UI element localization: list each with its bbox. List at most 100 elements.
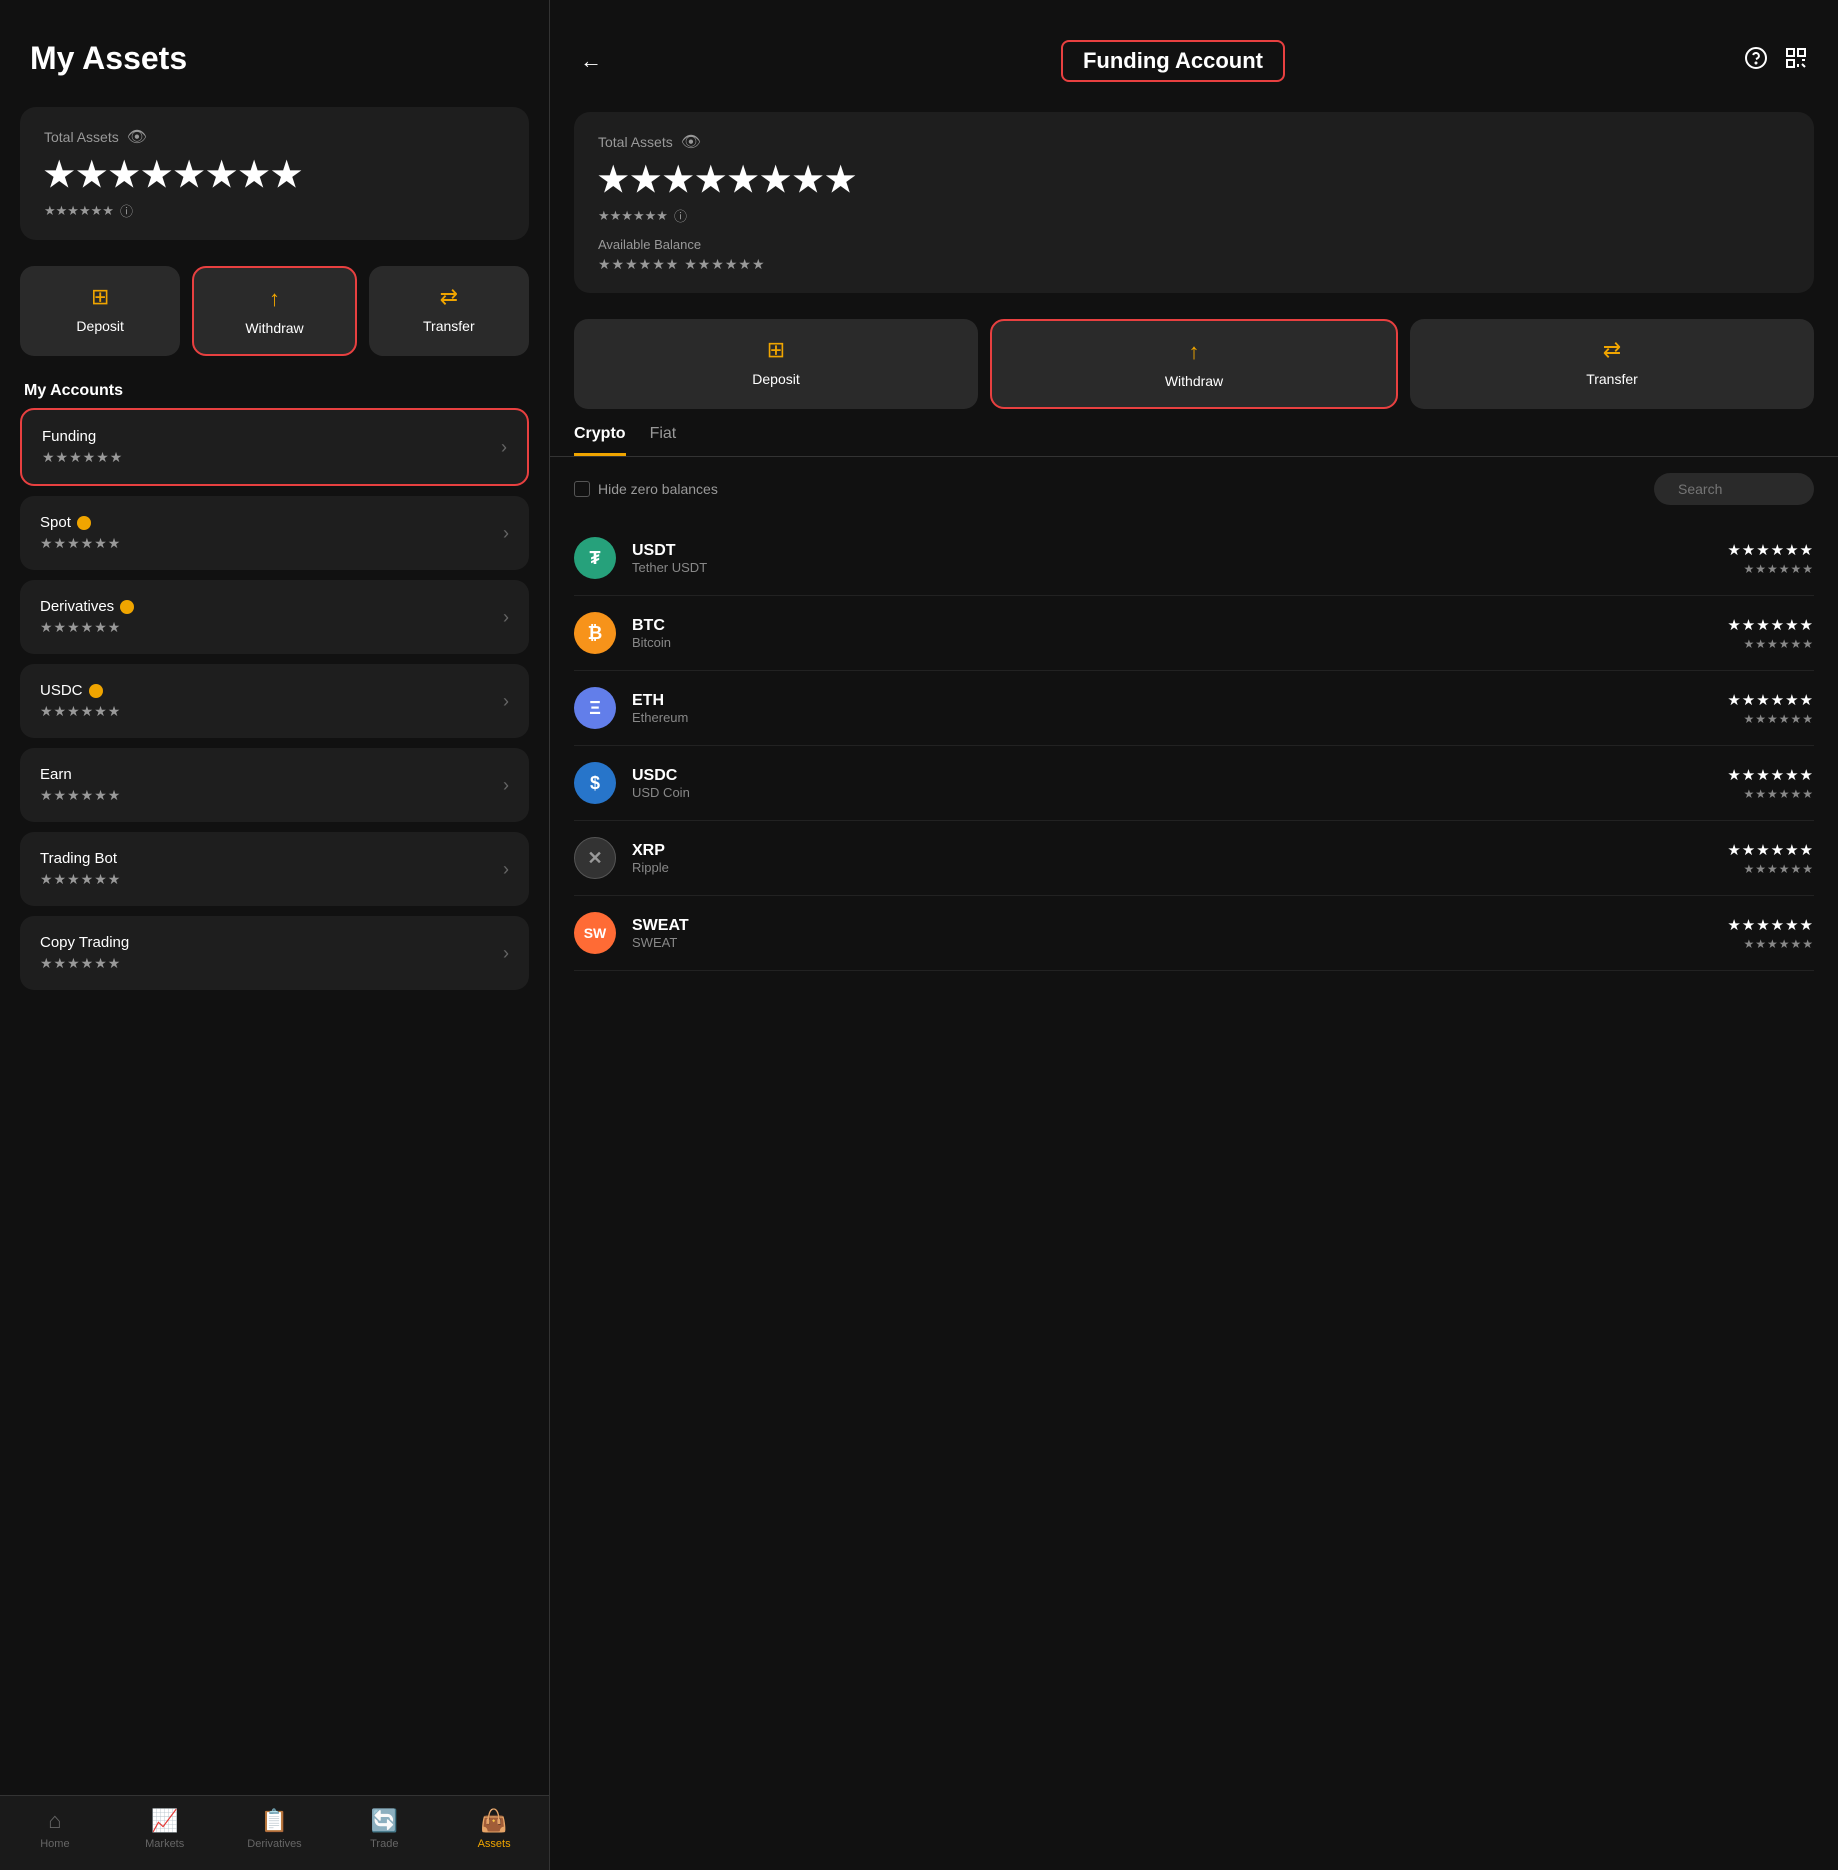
crypto-fullname-sweat: SWEAT — [632, 935, 1711, 950]
search-box — [1654, 473, 1814, 505]
info-icon-left: ⓘ — [120, 201, 133, 220]
filter-row: Hide zero balances — [550, 473, 1838, 505]
help-button[interactable] — [1744, 46, 1768, 76]
assets-amount-left: ★★★★★★★★ — [44, 155, 505, 195]
arrow-icon-derivatives: › — [503, 607, 509, 628]
account-value-funding: ★★★★★★ — [42, 449, 123, 466]
xrp-icon: ✕ — [574, 837, 616, 879]
account-item-usdc[interactable]: USDC ★★★★★★ › — [20, 664, 529, 738]
account-item-derivatives[interactable]: Derivatives ★★★★★★ › — [20, 580, 529, 654]
crypto-item-usdt[interactable]: ₮ USDT Tether USDT ★★★★★★ ★★★★★★ — [574, 521, 1814, 596]
account-item-spot[interactable]: Spot ★★★★★★ › — [20, 496, 529, 570]
crypto-value-xrp: ★★★★★★ ★★★★★★ — [1727, 841, 1814, 876]
crypto-info-usdc-coin: USDC USD Coin — [632, 767, 1711, 800]
crypto-fullname-btc: Bitcoin — [632, 635, 1711, 650]
deposit-button-right[interactable]: ⊞ Deposit — [574, 319, 978, 409]
crypto-symbol-usdc: USDC — [632, 767, 1711, 785]
tab-crypto[interactable]: Crypto — [574, 425, 626, 456]
deposit-icon-left: ⊞ — [91, 284, 109, 310]
account-item-left-usdc: USDC ★★★★★★ — [40, 682, 121, 720]
crypto-item-xrp[interactable]: ✕ XRP Ripple ★★★★★★ ★★★★★★ — [574, 821, 1814, 896]
crypto-info-eth: ETH Ethereum — [632, 692, 1711, 725]
eye-icon-left[interactable]: 👁 — [127, 127, 147, 147]
account-item-left-copy-trading: Copy Trading ★★★★★★ — [40, 934, 129, 972]
left-panel: My Assets Total Assets 👁 ★★★★★★★★ ★★★★★★… — [0, 0, 550, 1870]
crypto-symbol-usdt: USDT — [632, 542, 1711, 560]
transfer-icon-right: ⇄ — [1603, 337, 1621, 363]
crypto-item-sweat[interactable]: SW SWEAT SWEAT ★★★★★★ ★★★★★★ — [574, 896, 1814, 971]
nav-assets[interactable]: 👜 Assets — [439, 1808, 549, 1850]
avail-balance-label: Available Balance — [598, 237, 1790, 252]
account-item-earn[interactable]: Earn ★★★★★★ › — [20, 748, 529, 822]
account-value-trading-bot: ★★★★★★ — [40, 871, 121, 888]
account-value-copy-trading: ★★★★★★ — [40, 955, 129, 972]
search-input[interactable] — [1678, 481, 1798, 497]
arrow-icon-earn: › — [503, 775, 509, 796]
crypto-symbol-eth: ETH — [632, 692, 1711, 710]
crypto-info-xrp: XRP Ripple — [632, 842, 1711, 875]
account-value-spot: ★★★★★★ — [40, 535, 121, 552]
total-assets-label-left: Total Assets 👁 — [44, 127, 505, 147]
nav-derivatives[interactable]: 📋 Derivatives — [220, 1808, 330, 1850]
withdraw-button-left[interactable]: ↑ Withdraw — [192, 266, 356, 356]
crypto-symbol-xrp: XRP — [632, 842, 1711, 860]
withdraw-button-right[interactable]: ↑ Withdraw — [990, 319, 1398, 409]
deposit-icon-right: ⊞ — [767, 337, 785, 363]
trade-icon: 🔄 — [371, 1808, 398, 1834]
crypto-list: ₮ USDT Tether USDT ★★★★★★ ★★★★★★ ₿ BTC B… — [550, 521, 1838, 1870]
arrow-icon-spot: › — [503, 523, 509, 544]
crypto-value-eth: ★★★★★★ ★★★★★★ — [1727, 691, 1814, 726]
crypto-item-eth[interactable]: Ξ ETH Ethereum ★★★★★★ ★★★★★★ — [574, 671, 1814, 746]
right-panel: ← Funding Account — [550, 0, 1838, 1870]
avail-balance-value: ★★★★★★ ★★★★★★ — [598, 256, 1790, 273]
crypto-info-usdt: USDT Tether USDT — [632, 542, 1711, 575]
back-button[interactable]: ← — [580, 48, 602, 74]
transfer-icon-left: ⇄ — [440, 284, 458, 310]
nav-home[interactable]: ⌂ Home — [0, 1808, 110, 1850]
account-item-funding[interactable]: Funding ★★★★★★ › — [20, 408, 529, 486]
account-item-left-spot: Spot ★★★★★★ — [40, 514, 121, 552]
transfer-button-left[interactable]: ⇄ Transfer — [369, 266, 529, 356]
account-item-trading-bot[interactable]: Trading Bot ★★★★★★ › — [20, 832, 529, 906]
total-assets-card-right: Total Assets 👁 ★★★★★★★★ ★★★★★★ ⓘ Availab… — [574, 112, 1814, 293]
crypto-fullname-xrp: Ripple — [632, 860, 1711, 875]
account-item-copy-trading[interactable]: Copy Trading ★★★★★★ › — [20, 916, 529, 990]
markets-icon: 📈 — [151, 1808, 178, 1834]
account-name-earn: Earn — [40, 766, 121, 783]
account-name-trading-bot: Trading Bot — [40, 850, 121, 867]
crypto-fullname-usdt: Tether USDT — [632, 560, 1711, 575]
right-header: ← Funding Account — [550, 0, 1838, 102]
bottom-nav: ⌂ Home 📈 Markets 📋 Derivatives 🔄 Trade 👜… — [0, 1795, 549, 1870]
home-icon: ⌂ — [48, 1808, 61, 1834]
crypto-fullname-usdc: USD Coin — [632, 785, 1711, 800]
hide-zero-checkbox[interactable] — [574, 481, 590, 497]
eye-icon-right[interactable]: 👁 — [681, 132, 701, 152]
transfer-button-right[interactable]: ⇄ Transfer — [1410, 319, 1814, 409]
crypto-info-btc: BTC Bitcoin — [632, 617, 1711, 650]
withdraw-icon-left: ↑ — [269, 286, 280, 312]
nav-markets[interactable]: 📈 Markets — [110, 1808, 220, 1850]
tabs-row: Crypto Fiat — [550, 425, 1838, 457]
deposit-button-left[interactable]: ⊞ Deposit — [20, 266, 180, 356]
crypto-symbol-sweat: SWEAT — [632, 917, 1711, 935]
crypto-value-usdt: ★★★★★★ ★★★★★★ — [1727, 541, 1814, 576]
crypto-item-btc[interactable]: ₿ BTC Bitcoin ★★★★★★ ★★★★★★ — [574, 596, 1814, 671]
tab-fiat[interactable]: Fiat — [650, 425, 677, 456]
total-assets-card-left: Total Assets 👁 ★★★★★★★★ ★★★★★★ ⓘ — [20, 107, 529, 240]
arrow-icon-trading-bot: › — [503, 859, 509, 880]
nav-trade[interactable]: 🔄 Trade — [329, 1808, 439, 1850]
account-name-funding: Funding — [42, 428, 123, 445]
account-name-spot: Spot — [40, 514, 121, 531]
crypto-item-usdc-coin[interactable]: $ USDC USD Coin ★★★★★★ ★★★★★★ — [574, 746, 1814, 821]
arrow-icon-funding: › — [501, 437, 507, 458]
crypto-info-sweat: SWEAT SWEAT — [632, 917, 1711, 950]
scan-button[interactable] — [1784, 46, 1808, 76]
account-value-usdc: ★★★★★★ — [40, 703, 121, 720]
account-item-left-trading-bot: Trading Bot ★★★★★★ — [40, 850, 121, 888]
account-item-left-earn: Earn ★★★★★★ — [40, 766, 121, 804]
left-header: My Assets — [0, 0, 549, 97]
assets-sub-left: ★★★★★★ ⓘ — [44, 201, 505, 220]
withdraw-icon-right: ↑ — [1189, 339, 1200, 365]
account-item-left-derivatives: Derivatives ★★★★★★ — [40, 598, 134, 636]
account-name-copy-trading: Copy Trading — [40, 934, 129, 951]
